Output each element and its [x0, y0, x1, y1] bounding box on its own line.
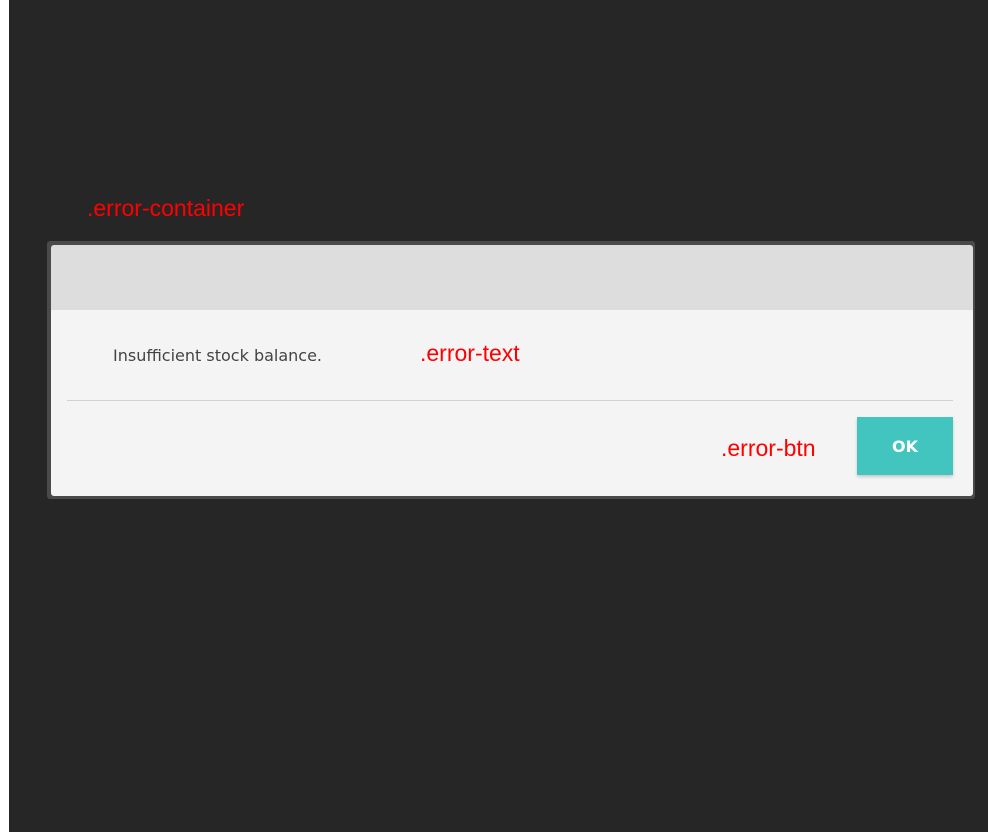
divider — [67, 400, 953, 401]
button-annotation: .error-btn — [721, 435, 816, 461]
dialog-header — [51, 245, 973, 310]
container-annotation: .error-container — [87, 195, 245, 221]
ok-button[interactable]: OK — [857, 417, 953, 475]
error-dialog: Insufficient stock balance. OK — [47, 241, 975, 499]
dialog-body: Insufficient stock balance. OK — [51, 310, 973, 496]
page-background: .error-container Insufficient stock bala… — [9, 0, 988, 832]
text-annotation: .error-text — [420, 340, 520, 366]
error-message: Insufficient stock balance. — [113, 346, 323, 365]
